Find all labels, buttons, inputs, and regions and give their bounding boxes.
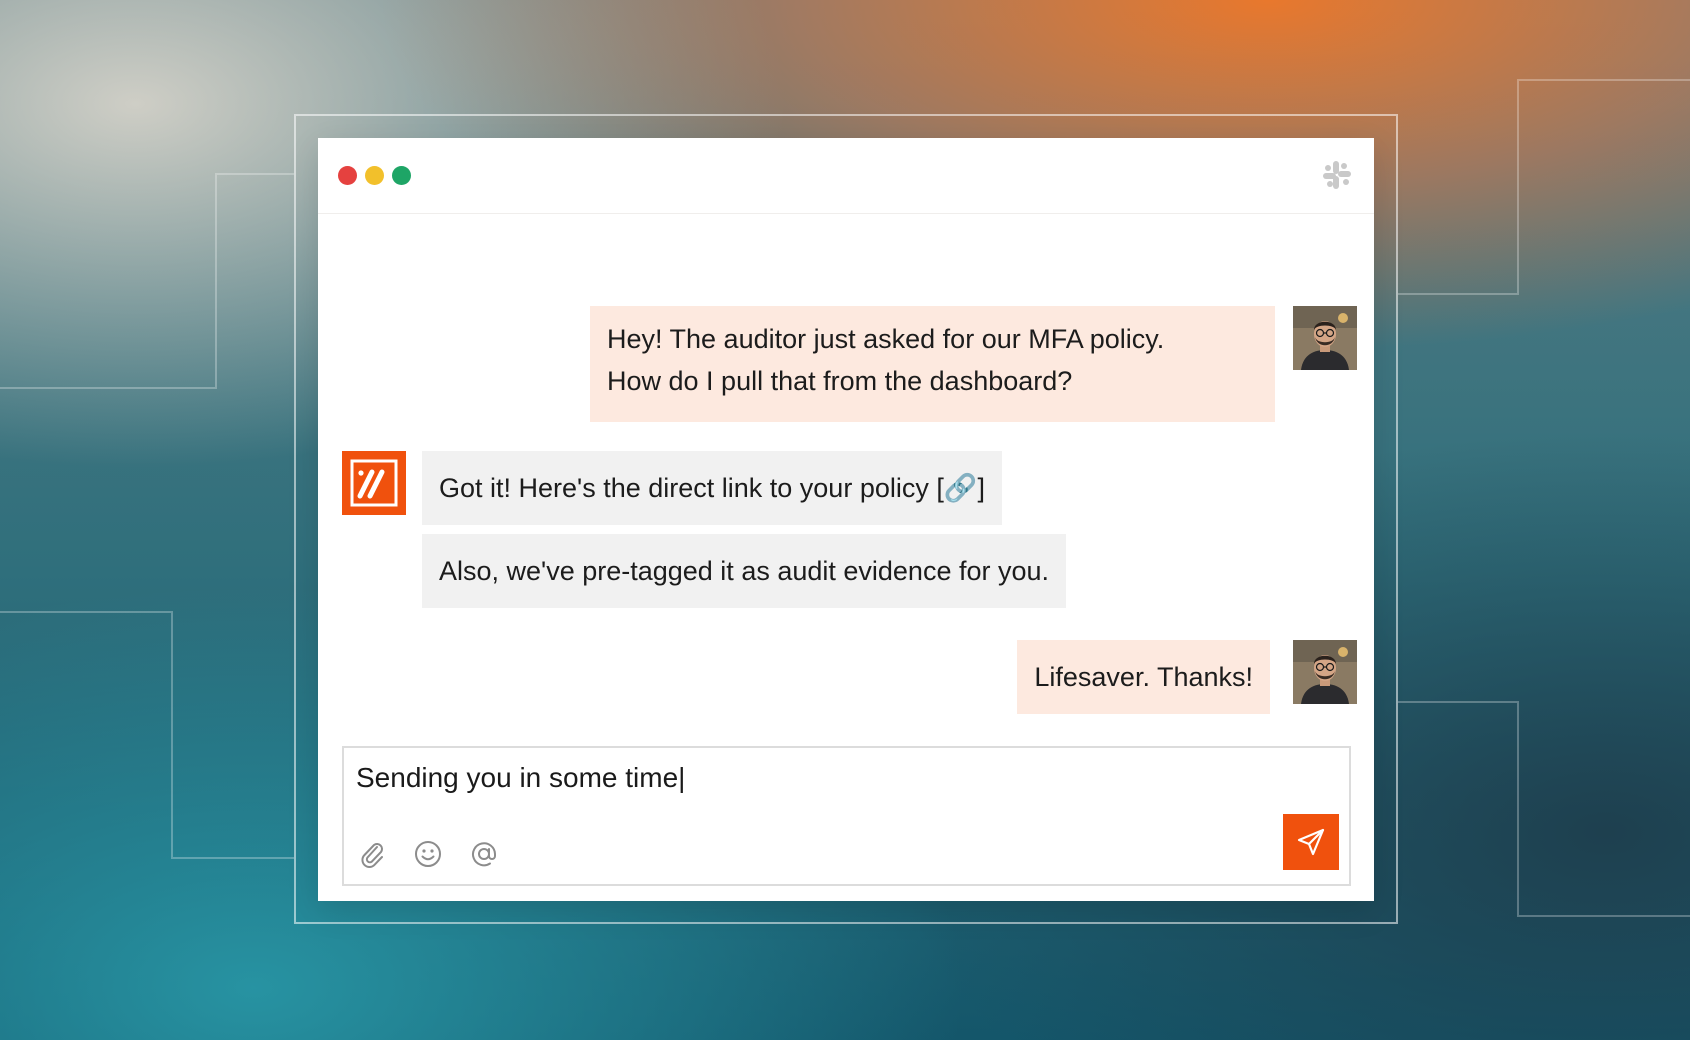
slack-icon — [1323, 161, 1351, 189]
avatar — [1293, 306, 1357, 370]
message-input[interactable]: Sending you in some time| — [356, 762, 685, 794]
maximize-button[interactable] — [392, 166, 411, 185]
message-text: Hey! The auditor just asked for our MFA … — [607, 324, 1165, 354]
paperclip-icon[interactable] — [356, 838, 388, 870]
emoji-icon[interactable] — [412, 838, 444, 870]
user-avatar-icon — [1293, 306, 1357, 370]
message-bubble-bot: Also, we've pre-tagged it as audit evide… — [422, 534, 1067, 608]
message-bubble-user: Hey! The auditor just asked for our MFA … — [590, 306, 1275, 422]
message-text: How do I pull that from the dashboard? — [607, 366, 1073, 396]
minimize-button[interactable] — [365, 166, 384, 185]
title-bar — [318, 138, 1374, 214]
vendor-logo-icon — [350, 459, 398, 507]
chat-window: Hey! The auditor just asked for our MFA … — [318, 138, 1374, 901]
user-avatar-icon — [1293, 640, 1357, 704]
avatar — [1293, 640, 1357, 704]
bot-avatar — [342, 451, 406, 515]
message-composer[interactable]: Sending you in some time| — [342, 746, 1351, 886]
message-bubble-user: Lifesaver. Thanks! — [1017, 640, 1270, 714]
close-button[interactable] — [338, 166, 357, 185]
send-icon — [1297, 828, 1325, 856]
at-sign-icon[interactable] — [468, 838, 500, 870]
send-button[interactable] — [1283, 814, 1339, 870]
message-bubble-bot: Got it! Here's the direct link to your p… — [422, 451, 1002, 525]
